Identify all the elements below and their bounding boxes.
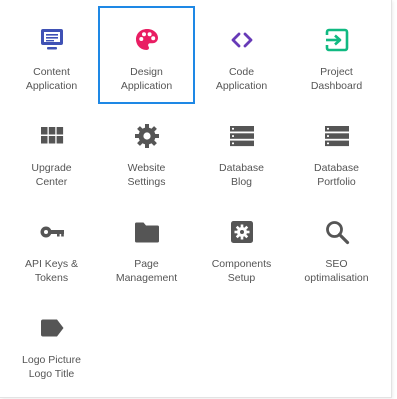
database-icon <box>227 121 257 151</box>
tile-project-dashboard[interactable]: Project Dashboard <box>289 7 384 103</box>
app-launcher-panel: Content Application Design Application C… <box>0 0 392 398</box>
tile-label: Upgrade Center <box>31 162 72 188</box>
tile-label: Database Blog <box>219 162 264 188</box>
tile-label: SEO optimalisation <box>304 258 369 284</box>
tile-logo-picture[interactable]: Logo Picture Logo Title <box>4 295 99 391</box>
tile-label: Database Portfolio <box>314 162 359 188</box>
tile-components-setup[interactable]: Components Setup <box>194 199 289 295</box>
settings-box-icon <box>227 217 257 247</box>
tile-database-blog[interactable]: Database Blog <box>194 103 289 199</box>
tile-upgrade-center[interactable]: Upgrade Center <box>4 103 99 199</box>
tile-database-portfolio[interactable]: Database Portfolio <box>289 103 384 199</box>
tile-label: Design Application <box>120 66 173 92</box>
monitor-icon <box>37 25 67 55</box>
search-icon <box>322 217 352 247</box>
tile-label: Code Application <box>215 66 268 92</box>
tile-design-application[interactable]: Design Application <box>98 6 195 104</box>
tile-label: Components Setup <box>211 258 272 284</box>
tile-label: Project Dashboard <box>310 66 363 92</box>
code-icon <box>227 25 257 55</box>
tile-page-management[interactable]: Page Management <box>99 199 194 295</box>
database-icon <box>322 121 352 151</box>
exit-icon <box>322 25 352 55</box>
tile-api-keys-tokens[interactable]: API Keys & Tokens <box>4 199 99 295</box>
tile-website-settings[interactable]: Website Settings <box>99 103 194 199</box>
tile-content-application[interactable]: Content Application <box>4 7 99 103</box>
app-grid: Content Application Design Application C… <box>4 6 384 391</box>
tile-label: API Keys & Tokens <box>24 258 79 284</box>
label-icon <box>37 313 67 343</box>
gear-icon <box>132 121 162 151</box>
key-icon <box>37 217 67 247</box>
tile-label: Website Settings <box>127 162 166 188</box>
tile-code-application[interactable]: Code Application <box>194 7 289 103</box>
tile-label: Logo Picture Logo Title <box>22 354 81 380</box>
tile-label: Page Management <box>115 258 178 284</box>
tile-label: Content Application <box>25 66 78 92</box>
tile-seo-optimalisation[interactable]: SEO optimalisation <box>289 199 384 295</box>
grid-icon <box>37 121 67 151</box>
palette-icon <box>132 25 162 55</box>
folder-icon <box>132 217 162 247</box>
